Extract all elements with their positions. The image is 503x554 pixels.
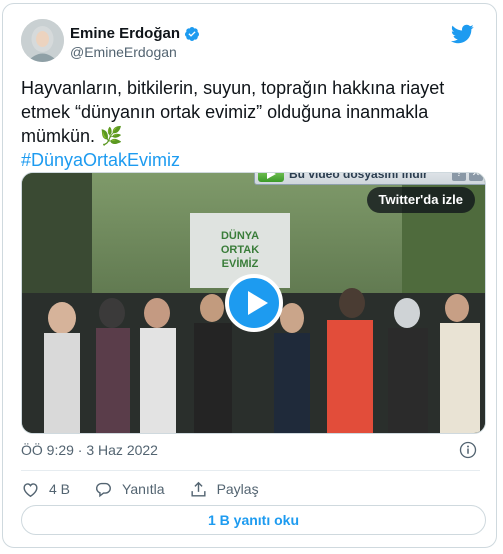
tweet-text: Hayvanların, bitkilerin, suyun, toprağın… <box>21 76 461 172</box>
tweet-card: Emine Erdoğan @EmineErdogan Hayvanların,… <box>2 3 497 548</box>
tweet-body: Hayvanların, bitkilerin, suyun, toprağın… <box>21 78 445 146</box>
author-name-row: Emine Erdoğan <box>70 25 200 42</box>
reply-button[interactable]: Yanıtla <box>94 480 165 499</box>
svg-text:ORTAK: ORTAK <box>221 244 259 256</box>
twitter-bird-icon[interactable] <box>450 22 474 46</box>
close-icon[interactable]: ✕ <box>469 173 483 181</box>
share-label: Paylaş <box>216 481 259 497</box>
download-video-label[interactable]: Bu video dosyasını indir <box>289 173 452 181</box>
watch-on-twitter-button[interactable]: Twitter'da izle <box>366 187 475 213</box>
tweet-actions: 4 B Yanıtla Paylaş <box>21 478 283 500</box>
avatar[interactable] <box>21 19 64 62</box>
like-button[interactable]: 4 B <box>21 480 70 499</box>
share-icon <box>191 481 206 497</box>
event-sign-text: DÜNYA <box>221 229 259 242</box>
share-button[interactable]: Paylaş <box>189 480 259 499</box>
video-player[interactable]: DÜNYA ORTAK EVİMİZ Bu video dosyasını in… <box>21 172 486 434</box>
verified-badge-icon <box>185 26 200 41</box>
divider <box>21 470 480 471</box>
download-video-bar[interactable]: Bu video dosyasını indir ? ✕ <box>254 173 485 185</box>
svg-text:EVİMİZ: EVİMİZ <box>222 257 259 270</box>
reply-icon <box>96 482 111 497</box>
heart-icon <box>23 482 38 497</box>
download-play-icon <box>258 173 284 182</box>
tweet-timestamp[interactable]: ÖÖ 9:29 · 3 Haz 2022 <box>21 442 158 458</box>
author-name[interactable]: Emine Erdoğan <box>70 25 180 42</box>
like-count: 4 B <box>49 481 71 497</box>
help-icon[interactable]: ? <box>452 173 466 181</box>
play-icon[interactable] <box>225 274 283 332</box>
read-replies-button[interactable]: 1 B yanıtı oku <box>21 505 486 535</box>
hashtag-link[interactable]: #DünyaOrtakEvimiz <box>21 148 461 172</box>
author-handle[interactable]: @EmineErdogan <box>70 44 177 60</box>
info-icon[interactable] <box>459 441 477 459</box>
avatar-image <box>21 19 64 62</box>
reply-label: Yanıtla <box>122 481 165 497</box>
